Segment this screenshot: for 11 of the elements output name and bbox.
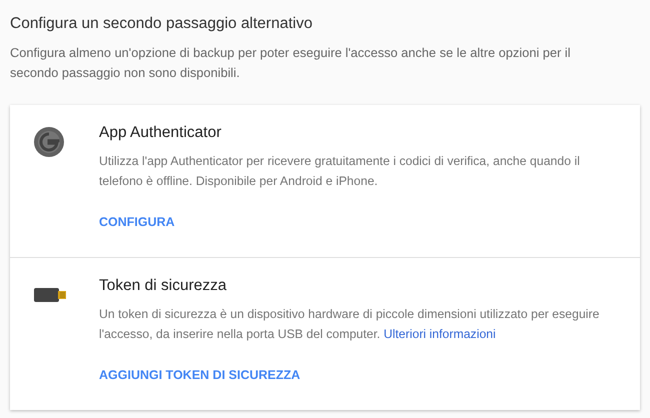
authenticator-icon: [34, 127, 64, 157]
more-info-link[interactable]: Ulteriori informazioni: [384, 327, 496, 341]
option-description: Utilizza l'app Authenticator per ricevere gratuitamente i codici di verifica, anche quando il telefono è offline. Disponibile per Android e iPhone.: [99, 153, 581, 190]
section-heading: Configura un secondo passaggio alternativo: [10, 14, 314, 34]
option-action-button[interactable]: CONFIGURA: [97, 211, 177, 233]
section-description: Configura almeno un'opzione di backup per poter eseguire l'accesso anche se le altre opzioni per il secondo passaggio non sono disponibili.: [10, 44, 572, 82]
option-title: Token di sicurezza: [99, 276, 228, 296]
usb-key-icon: [34, 288, 66, 302]
option-description: Un token di sicurezza è un dispositivo hardware di piccole dimensioni utilizzato per eseguire l'accesso, da inserire nella porta USB del computer. Ulteriori informazioni: [99, 306, 600, 343]
option-title: App Authenticator: [99, 123, 222, 143]
option-action-button[interactable]: AGGIUNGI TOKEN DI SICUREZZA: [97, 364, 302, 386]
